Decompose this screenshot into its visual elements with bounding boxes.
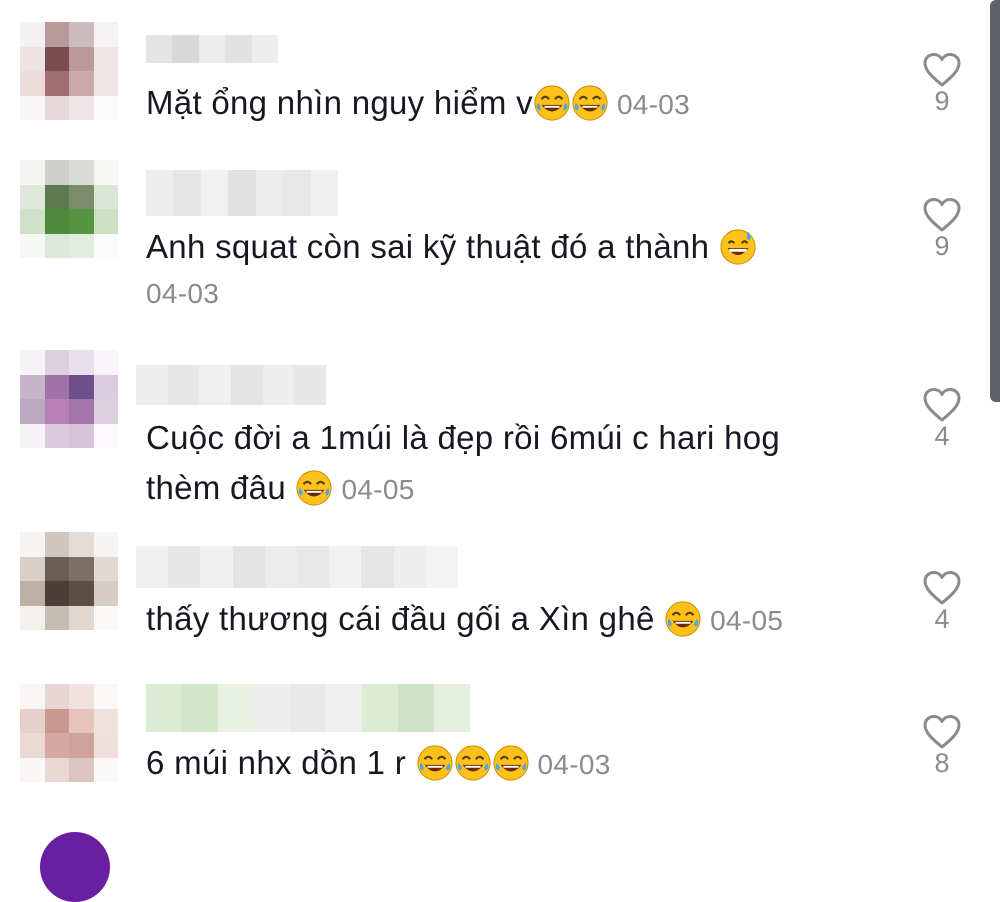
avatar[interactable] [20, 684, 118, 782]
avatar[interactable] [40, 832, 110, 902]
tears-of-joy-icon [492, 745, 529, 781]
comment-date: 04-05 [341, 474, 415, 505]
like-count: 4 [934, 604, 950, 634]
like-count: 4 [934, 421, 950, 451]
comment-body: Anh squat còn sai kỹ thuật đó a thành [146, 228, 719, 265]
comment-date: 04-03 [537, 749, 611, 780]
comment-text: 6 múi nhx dồn 1 r 04-03 [146, 738, 836, 790]
comment-text: Anh squat còn sai kỹ thuật đó a thành 04… [146, 222, 836, 316]
like-button[interactable]: 4 [918, 570, 966, 634]
scrollbar[interactable] [990, 0, 1000, 402]
avatar[interactable] [20, 350, 118, 448]
tears-of-joy-icon [296, 470, 333, 506]
like-button[interactable]: 9 [918, 197, 966, 261]
tears-of-joy-icon [454, 745, 491, 781]
tears-of-joy-icon [572, 85, 608, 121]
comment-text: thấy thương cái đầu gối a Xìn ghê 04-05 [146, 594, 836, 646]
username[interactable] [136, 546, 458, 588]
comment-date: 04-03 [616, 89, 691, 120]
comment-body: Mặt ổng nhìn nguy hiểm v [146, 84, 533, 121]
username[interactable] [136, 365, 326, 405]
heart-outline-icon [923, 715, 961, 749]
username[interactable] [146, 35, 278, 63]
heart-outline-icon [923, 198, 961, 232]
heart-outline-icon [923, 388, 961, 422]
comment-body: Cuộc đời a 1múi là đẹp rồi 6múi c hari h… [146, 419, 781, 506]
heart-outline-icon [923, 53, 961, 87]
like-count: 9 [934, 86, 950, 116]
comment-body: thấy thương cái đầu gối a Xìn ghê [146, 600, 665, 637]
grinning-sweat-icon [720, 229, 756, 265]
like-count: 8 [934, 748, 950, 778]
comment-date: 04-05 [710, 605, 784, 636]
like-button[interactable]: 8 [918, 714, 966, 778]
comment-date: 04-03 [146, 278, 220, 309]
comment-text: Mặt ổng nhìn nguy hiểm v 04-03 [146, 78, 836, 130]
username[interactable] [146, 684, 470, 732]
tears-of-joy-icon [534, 85, 570, 121]
avatar[interactable] [20, 532, 118, 630]
like-button[interactable]: 4 [918, 387, 966, 451]
avatar[interactable] [20, 22, 118, 120]
comment-body: 6 múi nhx dồn 1 r [146, 744, 416, 781]
heart-outline-icon [923, 571, 961, 605]
username[interactable] [146, 170, 338, 216]
tears-of-joy-icon [665, 601, 701, 637]
avatar[interactable] [20, 160, 118, 258]
tears-of-joy-icon [416, 745, 453, 781]
like-count: 9 [934, 231, 950, 261]
like-button[interactable]: 9 [918, 52, 966, 116]
comment-text: Cuộc đời a 1múi là đẹp rồi 6múi c hari h… [146, 413, 836, 515]
